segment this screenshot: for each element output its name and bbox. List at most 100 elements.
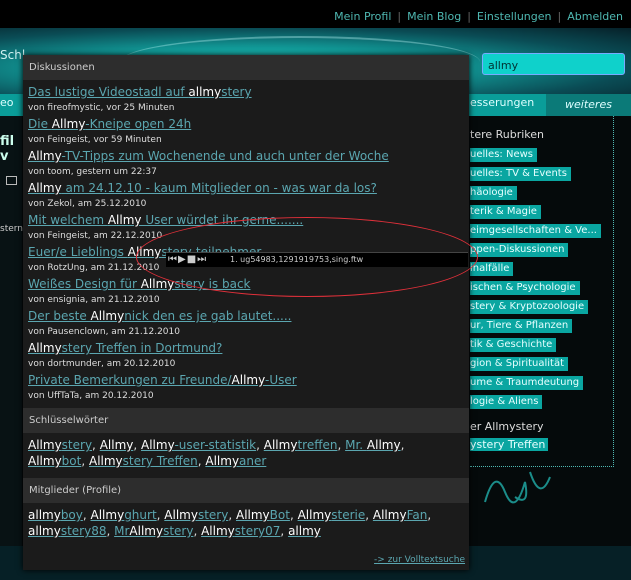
nav-my-blog[interactable]: Mein Blog [407,10,461,23]
search-input[interactable] [483,55,623,76]
link-highlight: Allmy [164,508,198,522]
keyword-link[interactable]: Allmy-user-statistik [141,438,256,452]
link-highlight: Allmy [141,438,175,452]
link-highlight: Allmy [28,438,62,452]
discussion-meta: von Zekol, am 25.12.2010 [28,199,147,209]
profile-heading-fragment: fil v [0,134,15,164]
link-highlight: Allmy [88,454,123,468]
member-link[interactable]: Allmysterie [298,508,366,522]
member-link[interactable]: AllmyFan [373,508,427,522]
link-text: -user-statistik [174,438,257,452]
link-text: Bot [269,508,290,522]
keyword-link[interactable]: Allmystery Treffen [89,454,198,468]
keyword-link[interactable]: Allmy [100,438,134,452]
section-header-members: Mitglieder (Profile) [23,478,469,503]
link-highlight: allmy [28,524,61,538]
discussion-title-link[interactable]: Allmy-TV-Tipps zum Wochenende und auch u… [28,148,463,164]
discussion-item: Das lustige Videostadl auf allmystery von… [28,84,463,116]
keyword-link[interactable]: Allmytreffen [264,438,338,452]
fulltext-search-link[interactable]: -> zur Volltextsuche [374,555,465,565]
members-list: allmyboy, Allmyghurt, Allmystery, AllmyB… [23,503,469,543]
tab-weiteres[interactable]: weiteres [546,94,631,116]
tab-left[interactable]: eo [0,96,14,109]
title-text: Mit welchem [28,213,108,227]
top-navigation: Mein Profil | Mein Blog | Einstellungen | Abme… [334,10,623,23]
link-text: ghurt [124,508,157,522]
member-link[interactable]: AllmyBot [236,508,290,522]
discussion-meta: von toom, gestern um 22:37 [28,167,157,177]
title-highlight: Allmy [107,213,142,227]
link-text: stery Treffen [122,454,198,468]
envelope-icon[interactable] [6,176,17,185]
discussion-item: Die Allmy-Kneipe open 24h von Feingeist, … [28,116,463,148]
link-text: stery [61,438,93,452]
keyword-link[interactable]: Allmystery [28,438,92,452]
red-annotation-circle [136,217,478,297]
title-text: Der beste [28,309,91,323]
link-highlight: Allmy [366,438,401,452]
discussion-title-link[interactable]: Allmystery Treffen in Dortmund? [28,340,463,356]
keyword-link[interactable]: Allmybot [28,454,81,468]
link-text: Fan [406,508,428,522]
link-text: aner [239,454,267,468]
section-header-discussions: Diskussionen [23,55,469,80]
member-link[interactable]: Allmystery [164,508,228,522]
title-text: Euer/e Lieblings [28,245,128,259]
title-highlight: Allmy [28,149,62,163]
title-highlight: Allmy [231,373,266,387]
link-highlight: Allmy [201,524,235,538]
discussion-title-link[interactable]: Das lustige Videostadl auf allmystery [28,84,463,100]
link-text: bot [61,454,82,468]
link-text: Mr. [345,438,367,452]
link-highlight: allmy [288,524,321,538]
tab-verbesserungen[interactable]: esserungen [470,96,542,114]
member-link[interactable]: allmyboy [28,508,83,522]
member-link[interactable]: MrAllmystery [114,524,193,538]
keyword-link[interactable]: Mr. Allmy [345,438,401,452]
title-text: am 24.12.10 - kaum Mitglieder on - was w… [61,181,377,195]
discussion-title-link[interactable]: Allmy am 24.12.10 - kaum Mitglieder on -… [28,180,463,196]
left-text-fragment: stern [0,224,24,234]
title-text: -Kneipe open 24h [85,117,192,131]
search-box[interactable] [482,53,625,76]
link-highlight: Allmy [372,508,407,522]
discussion-meta: von Feingeist, vor 59 Minuten [28,135,162,145]
link-text: stery [197,508,229,522]
link-text: boy [60,508,83,522]
link-highlight: Allmy [205,454,240,468]
left-strip: fil v stern [0,116,24,546]
discussion-meta: von Pausenclown, am 21.12.2010 [28,327,180,337]
title-text: -TV-Tipps zum Wochenende und auch unter … [61,149,389,163]
link-highlight: Allmy [297,508,332,522]
nav-logout[interactable]: Abmelden [567,10,623,23]
link-text: stery88 [60,524,107,538]
title-text: Weißes Design für [28,277,141,291]
title-highlight: Allmy [90,309,125,323]
member-link[interactable]: Allmystery07 [201,524,280,538]
member-link[interactable]: allmy [288,524,321,538]
link-highlight: Allmy [263,438,298,452]
title-text: Die [28,117,52,131]
nav-settings[interactable]: Einstellungen [477,10,552,23]
title-text: Das lustige Videostadl auf [28,85,189,99]
discussion-item: Allmy am 24.12.10 - kaum Mitglieder on -… [28,180,463,212]
discussion-meta: von fireofmystic, vor 25 Minuten [28,103,175,113]
member-link[interactable]: Allmyghurt [91,508,157,522]
member-link[interactable]: allmystery88 [28,524,106,538]
right-panel-border [470,116,614,467]
title-text: stery [221,85,252,99]
keyword-link[interactable]: Allmyaner [205,454,266,468]
title-highlight: Allmy [51,117,86,131]
title-text: Private Bemerkungen zu Freunde/ [28,373,232,387]
keywords-list: Allmystery, Allmy, Allmy-user-statistik,… [23,433,469,473]
header-left-text: Schl [0,48,26,62]
link-highlight: Allmy [235,508,270,522]
discussion-title-link[interactable]: Der beste Allmynick den es je gab lautet… [28,308,463,324]
nav-my-profile[interactable]: Mein Profil [334,10,391,23]
link-text: sterie [331,508,366,522]
discussion-title-link[interactable]: Die Allmy-Kneipe open 24h [28,116,463,132]
link-highlight: Allmy [129,524,164,538]
link-highlight: Allmy [28,454,62,468]
link-highlight: Allmy [90,508,125,522]
discussion-title-link[interactable]: Private Bemerkungen zu Freunde/Allmy-Use… [28,372,463,388]
